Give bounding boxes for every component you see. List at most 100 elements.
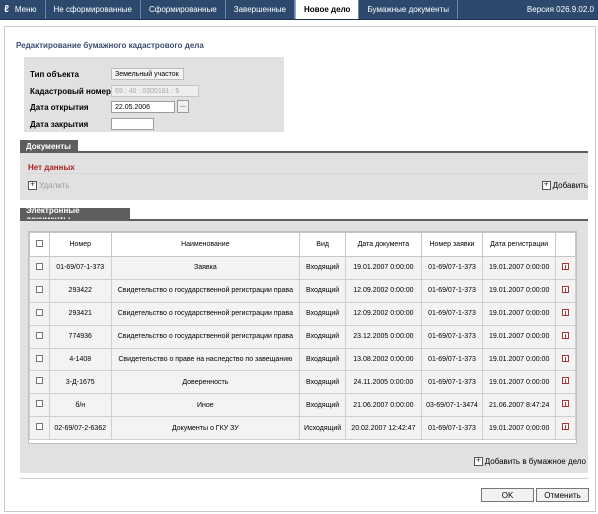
cell-type: Входящий <box>299 324 347 349</box>
info-icon[interactable] <box>562 262 570 270</box>
menu-icon: ℓ <box>4 4 9 15</box>
info-icon[interactable] <box>562 331 570 339</box>
cell-request-number: 01-69/07-1-373 <box>420 256 484 280</box>
close-date-field[interactable] <box>111 118 154 130</box>
col-doc-date[interactable]: Дата документа <box>345 232 422 257</box>
col-reg-date[interactable]: Дата регистрации <box>482 232 557 257</box>
table-row[interactable]: 293421 Свидетельство о государственной ре… <box>29 301 576 326</box>
row-info-cell[interactable] <box>555 370 576 395</box>
documents-list-line <box>26 173 581 174</box>
cell-request-number: 01-69/07-1-373 <box>420 324 484 349</box>
tab-new-case[interactable]: Новое дело <box>295 0 360 19</box>
info-icon[interactable] <box>562 285 570 293</box>
ok-button[interactable]: OK <box>481 488 534 502</box>
add-icon <box>541 179 551 190</box>
no-data-text: Нет данных <box>28 163 75 172</box>
row-info-cell[interactable] <box>555 256 576 280</box>
col-request-number[interactable]: Номер заявки <box>420 232 484 257</box>
cell-number: 293422 <box>48 278 112 303</box>
table-row[interactable]: 293422 Свидетельство о государственной ре… <box>29 278 576 303</box>
cell-type: Входящий <box>299 393 347 418</box>
cell-number: 293421 <box>48 301 112 326</box>
cell-name: Свидетельство о государственной регистра… <box>110 278 301 303</box>
calendar-button[interactable]: ... <box>177 100 189 113</box>
object-type-field[interactable]: Земельный участок <box>111 68 184 80</box>
row-checkbox[interactable] <box>35 354 43 362</box>
page-title: Редактирование бумажного кадастрового де… <box>16 41 204 50</box>
cell-request-number: 01-69/07-1-373 <box>420 370 484 395</box>
cell-reg-date: 19.01.2007 0:00:00 <box>482 278 557 303</box>
cell-reg-date: 19.01.2007 0:00:00 <box>482 370 557 395</box>
table-row[interactable]: 774936 Свидетельство о государственной ре… <box>29 324 576 349</box>
table-row[interactable]: 4-1408 Свидетельство о праве на наследств… <box>29 347 576 372</box>
table-row[interactable]: 01-69/07-1-373 Заявка Входящий 19.01.2007 0… <box>29 256 576 280</box>
object-type-label: Тип объекта <box>30 70 79 79</box>
cadastral-number-field: 69 : 40 : 0300181 : 5 <box>111 85 199 97</box>
col-type[interactable]: Вид <box>299 232 347 257</box>
row-info-cell[interactable] <box>555 347 576 372</box>
cell-type: Входящий <box>299 278 347 303</box>
row-info-cell[interactable] <box>555 393 576 418</box>
cell-name: Доверенность <box>110 370 301 395</box>
row-checkbox[interactable] <box>35 262 43 270</box>
cancel-button[interactable]: Отменить <box>536 488 589 502</box>
menu-button[interactable]: ℓ Меню <box>0 0 46 19</box>
cell-doc-date: 24.11.2005 0:00:00 <box>345 370 422 395</box>
row-info-cell[interactable] <box>555 278 576 303</box>
info-icon[interactable] <box>562 377 570 385</box>
add-to-paper-icon <box>473 455 483 466</box>
cadastral-number-label: Кадастровый номер <box>30 87 111 96</box>
col-info <box>555 232 576 257</box>
row-checkbox[interactable] <box>35 331 43 339</box>
cell-name: Иное <box>110 393 301 418</box>
row-info-cell[interactable] <box>555 301 576 326</box>
table-row[interactable]: 3-Д-1675 Доверенность Входящий 24.11.2005 0… <box>29 370 576 395</box>
add-to-paper-label: Добавить в бумажное дело <box>484 457 586 466</box>
delete-label: Удалить <box>39 181 70 190</box>
cell-number: 774936 <box>48 324 112 349</box>
col-number[interactable]: Номер <box>48 232 112 257</box>
info-icon[interactable] <box>562 400 570 408</box>
tab-paper-documents[interactable]: Бумажные документы <box>359 0 458 19</box>
row-select-cell[interactable] <box>29 278 50 303</box>
col-name[interactable]: Наименование <box>110 232 301 257</box>
row-checkbox[interactable] <box>35 400 43 408</box>
row-checkbox[interactable] <box>35 377 43 385</box>
tab-completed[interactable]: Завершенные <box>226 0 295 19</box>
row-select-cell[interactable] <box>29 416 50 441</box>
cell-name: Документы о ГКУ ЗУ <box>110 416 301 441</box>
row-select-cell[interactable] <box>29 301 50 326</box>
info-icon[interactable] <box>562 354 570 362</box>
cell-reg-date: 19.01.2007 0:00:00 <box>482 324 557 349</box>
tab-formed[interactable]: Сформированные <box>141 0 226 19</box>
cell-reg-date: 19.01.2007 0:00:00 <box>482 416 557 441</box>
info-icon[interactable] <box>562 423 570 431</box>
open-date-field[interactable]: 22.05.2006 <box>111 101 175 113</box>
delete-document-link[interactable]: Удалить <box>28 179 70 190</box>
row-select-cell[interactable] <box>29 347 50 372</box>
cell-number: 02-69/07-2-6362 <box>48 416 112 441</box>
add-document-link[interactable]: Добавить <box>541 179 588 190</box>
select-all-cell[interactable] <box>29 232 50 257</box>
select-all-checkbox[interactable] <box>35 239 43 247</box>
table-row[interactable]: б/н Иное Входящий 21.06.2007 0:00:00 03-69/0… <box>29 393 576 418</box>
cell-number: 3-Д-1675 <box>48 370 112 395</box>
row-checkbox[interactable] <box>35 285 43 293</box>
tab-not-formed[interactable]: Не сформированные <box>46 0 141 19</box>
row-select-cell[interactable] <box>29 370 50 395</box>
cell-request-number: 03-69/07-1-3474 <box>420 393 484 418</box>
row-info-cell[interactable] <box>555 416 576 441</box>
cell-type: Входящий <box>299 370 347 395</box>
row-select-cell[interactable] <box>29 393 50 418</box>
row-select-cell[interactable] <box>29 324 50 349</box>
row-checkbox[interactable] <box>35 308 43 316</box>
cell-reg-date: 19.01.2007 0:00:00 <box>482 256 557 280</box>
table-row[interactable]: 02-69/07-2-6362 Документы о ГКУ ЗУ Исходящ… <box>29 416 576 441</box>
row-info-cell[interactable] <box>555 324 576 349</box>
edocs-table: Номер Наименование Вид Дата документа Но… <box>29 232 576 441</box>
cell-name: Свидетельство о государственной регистра… <box>110 324 301 349</box>
row-checkbox[interactable] <box>35 423 43 431</box>
row-select-cell[interactable] <box>29 256 50 280</box>
add-to-paper-case-link[interactable]: Добавить в бумажное дело <box>473 455 586 466</box>
info-icon[interactable] <box>562 308 570 316</box>
